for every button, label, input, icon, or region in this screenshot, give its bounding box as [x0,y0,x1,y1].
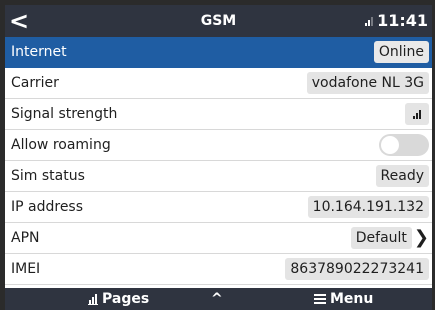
top-bar: < GSM 11:41 [5,5,432,37]
bottom-bar: Pages ^ Menu [5,288,432,310]
menu-label: Menu [330,291,374,307]
row-carrier[interactable]: Carrier vodafone NL 3G [5,68,432,99]
row-sim-status[interactable]: Sim status Ready [5,161,432,192]
row-internet[interactable]: Internet Online [5,37,432,68]
signal-strength-icon [405,103,429,125]
carrier-value: vodafone NL 3G [306,72,429,94]
toggle-knob [381,136,399,154]
row-label: IP address [11,199,84,215]
row-label: APN [11,230,40,246]
internet-status-value: Online [373,41,429,63]
pages-icon [88,293,98,305]
row-label: Allow roaming [11,137,111,153]
signal-icon [365,16,374,26]
sim-status-value: Ready [375,165,429,187]
screen: < GSM 11:41 Internet Online Carrier voda… [5,5,432,310]
row-label: IMEI [11,261,41,277]
clock: 11:41 [377,11,428,30]
menu-icon [314,294,326,304]
row-label: Carrier [11,75,59,91]
scroll-up-button[interactable]: ^ [211,288,223,310]
pages-button[interactable]: Pages [88,288,149,310]
imei-value: 863789022273241 [285,258,429,280]
status-area: 11:41 [365,5,428,37]
settings-list: Internet Online Carrier vodafone NL 3G S… [5,37,432,285]
roaming-toggle[interactable] [379,134,429,156]
row-label: Signal strength [11,106,118,122]
row-signal-strength[interactable]: Signal strength [5,99,432,130]
menu-button[interactable]: Menu [314,288,373,310]
row-ip-address[interactable]: IP address 10.164.191.132 [5,192,432,223]
row-label: Sim status [11,168,85,184]
row-label: Internet [11,44,67,60]
ip-address-value: 10.164.191.132 [307,196,429,218]
chevron-right-icon: ❯ [413,227,429,248]
pages-label: Pages [102,291,150,307]
row-imei[interactable]: IMEI 863789022273241 [5,254,432,285]
row-apn[interactable]: APN Default ❯ [5,223,432,254]
apn-value: Default [350,227,412,249]
row-allow-roaming[interactable]: Allow roaming [5,130,432,161]
